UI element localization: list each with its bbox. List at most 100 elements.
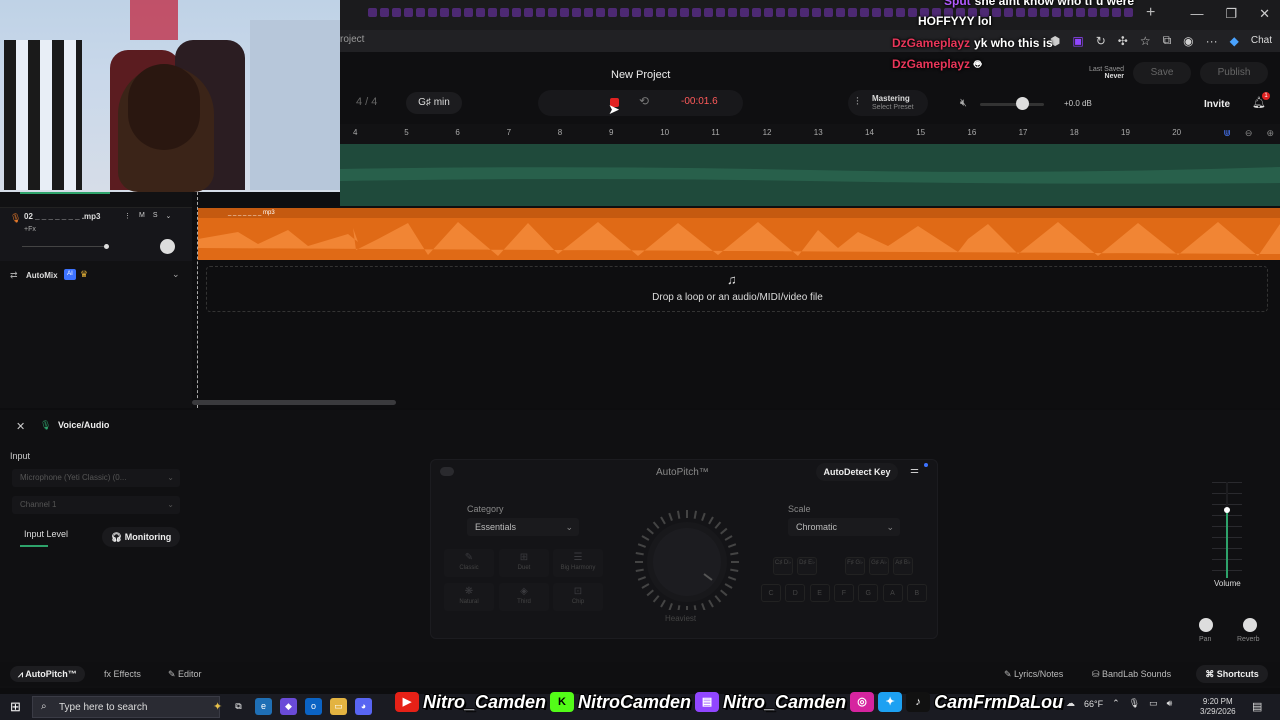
tab-autopitch[interactable]: ⩘ AutoPitch™: [10, 666, 85, 682]
chat-button[interactable]: Chat: [1251, 35, 1272, 46]
category-select[interactable]: Essentials ⌄: [467, 518, 579, 536]
sharp-note-button[interactable]: F♯ G♭: [845, 557, 865, 575]
webcam-door: [4, 40, 82, 190]
close-window-button[interactable]: ✕: [1259, 6, 1270, 22]
address-url[interactable]: roject: [340, 34, 364, 45]
zoom-in-icon[interactable]: ⊕: [1266, 128, 1274, 139]
more-icon[interactable]: ···: [1206, 34, 1218, 48]
snap-icon[interactable]: ⋓: [1223, 128, 1231, 139]
speaker-mute-icon[interactable]: 🔇︎: [960, 97, 967, 110]
timeline-ruler[interactable]: 4 5 6 7 8 9 10 11 12 13 14 15 16 17 18 19 20 ⋓ ⊖ ⊕: [340, 124, 1280, 144]
channel-select[interactable]: Channel 1 ⌄: [12, 496, 180, 514]
playhead[interactable]: [197, 192, 198, 408]
weather-icon[interactable]: ☁: [1066, 698, 1075, 709]
volume-handle[interactable]: [1224, 507, 1230, 513]
drop-zone[interactable]: [206, 266, 1268, 312]
correction-knob[interactable]: [632, 510, 742, 610]
pan-knob[interactable]: [1199, 618, 1213, 632]
autopitch-toggle[interactable]: [440, 467, 454, 476]
note-button[interactable]: F: [833, 584, 854, 602]
task-view-icon[interactable]: ⧉: [230, 698, 247, 715]
tab-bandlab-sounds[interactable]: ⛁ BandLab Sounds: [1092, 666, 1171, 682]
preset-classic[interactable]: ✎ Classic: [444, 549, 494, 577]
tab-lyrics[interactable]: ✎ Lyrics/Notes: [1004, 666, 1063, 682]
note-button[interactable]: A: [882, 584, 903, 602]
discord-icon[interactable]: ◕: [355, 698, 372, 715]
edge-icon[interactable]: e: [255, 698, 272, 715]
solo-button[interactable]: S: [153, 212, 158, 220]
profile-avatar[interactable]: ◉: [1183, 34, 1193, 48]
sharp-note-button[interactable]: D♯ E♭: [797, 557, 817, 575]
youtube-icon: ▶: [395, 692, 419, 712]
time-signature[interactable]: 4 / 4: [356, 96, 377, 108]
automix-row[interactable]: ⇄ AutoMix AI ♛ ⌄: [0, 266, 192, 286]
sharp-note-button[interactable]: G♯ A♭: [869, 557, 889, 575]
mic-tray-icon[interactable]: 🎙︎: [1129, 698, 1140, 709]
outlook-icon[interactable]: o: [305, 698, 322, 715]
sharp-note-button[interactable]: C♯ D♭: [773, 557, 793, 575]
tab-effects[interactable]: fx Effects: [96, 666, 149, 682]
note-button[interactable]: E: [809, 584, 830, 602]
notification-center-icon[interactable]: ▤: [1252, 700, 1262, 713]
taskbar-search[interactable]: ⌕ Type here to search ✦: [32, 696, 222, 718]
mastering-button[interactable]: ⫶ Mastering Select Preset: [848, 90, 928, 116]
clock[interactable]: 9:20 PM 3/29/2026: [1200, 697, 1236, 717]
knob-tick: [728, 543, 737, 548]
close-icon[interactable]: ✕: [16, 420, 25, 433]
panel-title: Voice/Audio: [58, 420, 110, 430]
weather-temp[interactable]: 66°F: [1084, 699, 1103, 709]
windows-start-icon[interactable]: ⊞: [10, 699, 21, 715]
key-button[interactable]: G♯ min: [406, 92, 462, 114]
preset-duet[interactable]: ⊞ Duet: [499, 549, 549, 577]
settings-sliders-icon[interactable]: ⚌: [910, 465, 919, 476]
network-icon[interactable]: ▭: [1149, 698, 1158, 709]
invite-button[interactable]: Invite: [1192, 94, 1242, 116]
track-pan-knob[interactable]: [160, 239, 175, 254]
chevron-down-icon[interactable]: ⌄: [166, 212, 172, 220]
autodetect-key-button[interactable]: AutoDetect Key: [816, 463, 898, 481]
minimize-button[interactable]: —: [1190, 6, 1203, 22]
zoom-out-icon[interactable]: ⊖: [1245, 128, 1253, 139]
note-button[interactable]: B: [906, 584, 927, 602]
preset-third[interactable]: ◈ Third: [499, 583, 549, 611]
horizontal-scrollbar[interactable]: [192, 400, 396, 405]
scale-select[interactable]: Chromatic ⌄: [788, 518, 900, 536]
shortcuts-button[interactable]: ⌘ Shortcuts: [1196, 665, 1268, 683]
note-button[interactable]: G: [858, 584, 879, 602]
note-button[interactable]: C: [761, 584, 781, 602]
track-row-2[interactable]: 🎙︎ 02 _ _ _ _ _ _ _ .mp3 +Fx ⋮ M S ⌄: [0, 207, 192, 261]
track-volume-slider[interactable]: [22, 246, 108, 247]
track-menu-icon[interactable]: ⋮: [124, 212, 131, 220]
clip-header[interactable]: _ _ _ _ _ _ _ mp3: [198, 208, 1280, 218]
loop-icon[interactable]: ⟲: [639, 94, 649, 108]
input-device-select[interactable]: Microphone (Yeti Classic) (0... ⌄: [12, 469, 180, 487]
track-name[interactable]: 02 _ _ _ _ _ _ _ .mp3: [24, 212, 101, 221]
track-volume-handle[interactable]: [104, 244, 109, 249]
tray-arrow-icon[interactable]: ⌃: [1112, 698, 1120, 709]
preset-big-harmony[interactable]: ☰ Big Harmony: [553, 549, 603, 577]
drop-zone-text: Drop a loop or an audio/MIDI/video file: [652, 292, 823, 303]
mic-icon[interactable]: 🎙︎: [10, 213, 21, 224]
ruler-tick: 15: [916, 128, 926, 137]
kick-handle: NitroCamden: [578, 691, 692, 712]
master-volume-slider[interactable]: [980, 103, 1044, 106]
reverb-knob[interactable]: [1243, 618, 1257, 632]
volume-icon[interactable]: 🔊︎: [1167, 698, 1173, 709]
note-button[interactable]: D: [785, 584, 806, 602]
sharp-note-button[interactable]: A♯ B♭: [893, 557, 913, 575]
preset-natural[interactable]: ❋ Natural: [444, 583, 494, 611]
file-explorer-icon[interactable]: ▭: [330, 698, 347, 715]
publish-button[interactable]: Publish: [1200, 62, 1268, 84]
mute-button[interactable]: M: [139, 212, 145, 220]
channel-value: Channel 1: [20, 500, 57, 509]
copilot-app-icon[interactable]: ◆: [280, 698, 297, 715]
project-title[interactable]: New Project: [611, 69, 670, 81]
maximize-button[interactable]: ❐: [1225, 6, 1237, 22]
copilot-icon[interactable]: ◆: [1230, 34, 1239, 48]
master-volume-knob[interactable]: [1016, 97, 1029, 110]
tab-editor[interactable]: ✎ Editor: [160, 666, 210, 682]
monitoring-button[interactable]: 🎧︎ Monitoring: [102, 527, 180, 547]
preset-chip[interactable]: ⊡ Chip: [553, 583, 603, 611]
chevron-down-icon[interactable]: ⌄: [172, 269, 180, 280]
add-fx-button[interactable]: +Fx: [24, 226, 36, 233]
